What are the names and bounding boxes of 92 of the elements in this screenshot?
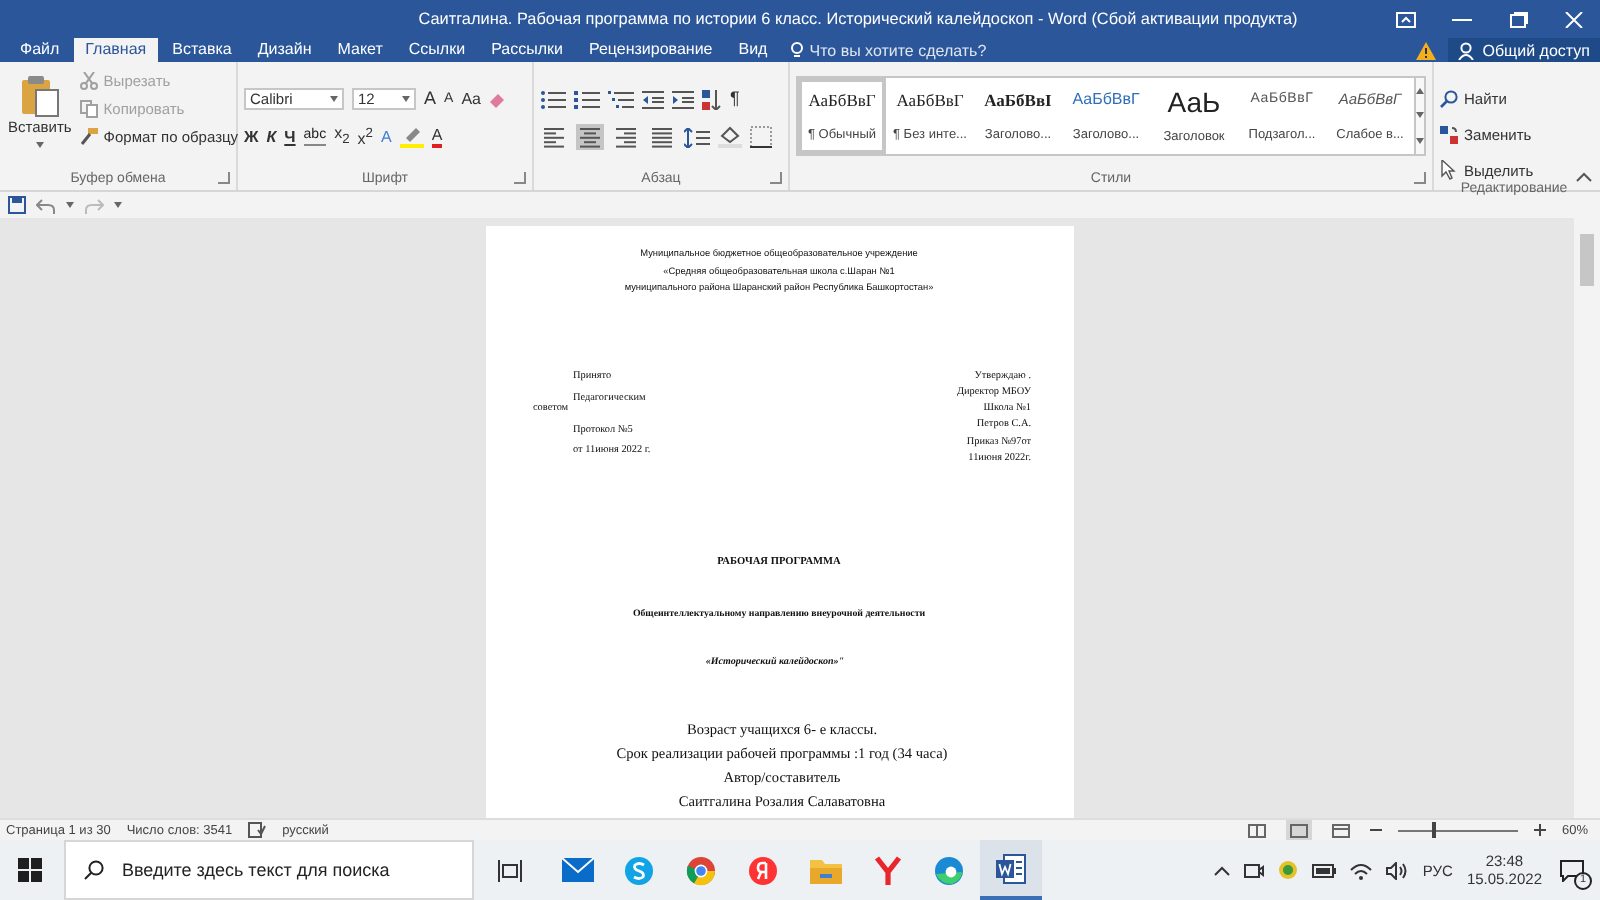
close-icon[interactable] bbox=[1564, 11, 1584, 27]
ribbon-tab[interactable]: Вставка bbox=[160, 38, 244, 62]
ribbon-tab[interactable]: Рассылки bbox=[479, 38, 575, 62]
task-view-icon[interactable] bbox=[498, 859, 522, 881]
zoom-in-icon[interactable] bbox=[1533, 824, 1546, 836]
multilevel-list-icon[interactable] bbox=[608, 89, 634, 109]
show-formatting-button[interactable]: ¶ bbox=[730, 88, 740, 110]
pointer-icon bbox=[1440, 160, 1458, 180]
align-left-button[interactable] bbox=[540, 124, 568, 150]
battery-icon[interactable] bbox=[1312, 863, 1337, 877]
expand-gallery-icon[interactable] bbox=[1416, 138, 1424, 145]
gallery-scrollbar[interactable] bbox=[1416, 76, 1426, 156]
line-spacing-icon[interactable] bbox=[684, 127, 710, 147]
ribbon-tab[interactable]: Файл bbox=[8, 38, 72, 62]
format-button[interactable]: К bbox=[266, 126, 277, 148]
warning-icon[interactable] bbox=[1416, 41, 1437, 59]
ribbon-tab[interactable]: Дизайн bbox=[245, 38, 324, 62]
clipboard-icon bbox=[19, 74, 60, 118]
borders-icon[interactable] bbox=[750, 126, 772, 148]
camera-icon[interactable] bbox=[1244, 861, 1265, 879]
dialog-launcher-icon[interactable] bbox=[514, 172, 526, 184]
ribbon-tab[interactable]: Вид bbox=[726, 38, 780, 62]
format-button[interactable]: Ж bbox=[244, 126, 259, 148]
increase-indent-icon[interactable] bbox=[672, 89, 694, 109]
scroll-up-icon[interactable] bbox=[1416, 87, 1424, 94]
tell-me-field[interactable]: Что вы хотите сделать? bbox=[809, 41, 1030, 59]
windows-logo-icon[interactable] bbox=[18, 858, 42, 882]
font-color-button[interactable]: A bbox=[431, 126, 443, 148]
search-icon bbox=[84, 860, 104, 880]
ribbon-tab[interactable]: Главная bbox=[73, 38, 159, 62]
caret-icon[interactable] bbox=[402, 96, 410, 102]
window-title: Саитгалина. Рабочая программа по истории 6 класс. Исторический калейдоскоп - Word (Сбой активации продукта) bbox=[416, 10, 1300, 28]
scroll-down-icon[interactable] bbox=[1416, 112, 1424, 119]
circle-logo-icon bbox=[748, 855, 778, 885]
scissors-icon bbox=[79, 72, 98, 90]
change-case-button[interactable]: Aa bbox=[461, 88, 481, 110]
caret-icon bbox=[35, 142, 44, 148]
print-view-button[interactable] bbox=[1285, 820, 1312, 840]
eraser-icon[interactable] bbox=[488, 89, 509, 109]
undo-icon[interactable] bbox=[36, 197, 56, 213]
numbering-icon[interactable] bbox=[574, 89, 600, 109]
document-app-icon bbox=[996, 853, 1026, 883]
search-icon bbox=[1440, 89, 1458, 107]
format-button[interactable]: Ч bbox=[284, 126, 296, 148]
share-button[interactable]: Общий доступ bbox=[1448, 38, 1600, 62]
caret-icon[interactable] bbox=[66, 202, 74, 208]
align-right-button[interactable] bbox=[612, 124, 640, 150]
ribbon-tab[interactable]: Рецензирование bbox=[576, 38, 725, 62]
text-effects-button[interactable]: A bbox=[380, 126, 392, 148]
proofing-icon[interactable] bbox=[248, 822, 267, 838]
dialog-launcher-icon[interactable] bbox=[218, 172, 230, 184]
zoom-slider[interactable] bbox=[1397, 822, 1518, 838]
paintbrush-icon bbox=[79, 128, 98, 146]
caret-icon[interactable] bbox=[330, 96, 338, 102]
dialog-launcher-icon[interactable] bbox=[770, 172, 782, 184]
envelope-icon bbox=[561, 858, 593, 882]
lightbulb-icon bbox=[789, 42, 804, 58]
vertical-scrollbar[interactable] bbox=[1574, 218, 1600, 818]
chevron-up-icon[interactable] bbox=[1214, 865, 1231, 875]
chat-app-logo-icon bbox=[624, 855, 654, 885]
decrease-indent-icon[interactable] bbox=[642, 89, 664, 109]
dialog-launcher-icon[interactable] bbox=[1414, 172, 1426, 184]
folder-icon bbox=[809, 857, 841, 883]
web-view-button[interactable] bbox=[1327, 820, 1354, 840]
maximize-icon[interactable] bbox=[1508, 11, 1528, 27]
read-view-button[interactable] bbox=[1243, 820, 1270, 840]
speaker-icon[interactable] bbox=[1386, 861, 1409, 879]
replace-icon bbox=[1440, 125, 1458, 143]
taskbar-search-field[interactable]: Введите здесь текст для поиска bbox=[64, 840, 474, 900]
collapse-ribbon-icon[interactable] bbox=[1576, 172, 1592, 182]
fork-logo-icon bbox=[873, 855, 901, 885]
browser-circle-icon bbox=[686, 855, 716, 885]
swirl-logo-icon bbox=[934, 855, 964, 885]
wifi-icon[interactable] bbox=[1350, 861, 1373, 879]
shading-icon[interactable] bbox=[718, 126, 742, 148]
save-icon[interactable] bbox=[8, 196, 26, 214]
grow-font-button[interactable]: A bbox=[424, 88, 437, 110]
ribbon-tab[interactable]: Макет bbox=[325, 38, 395, 62]
sort-icon[interactable] bbox=[702, 89, 722, 109]
taskbar-app-button[interactable] bbox=[980, 840, 1042, 900]
ribbon-display-icon[interactable] bbox=[1396, 11, 1416, 27]
align-center-button[interactable] bbox=[576, 124, 604, 150]
format-button[interactable]: x$_{2}$ bbox=[334, 122, 350, 152]
zoom-out-icon[interactable] bbox=[1369, 824, 1382, 836]
ribbon-tab[interactable]: Ссылки bbox=[396, 38, 478, 62]
highlighter-icon[interactable] bbox=[399, 126, 424, 148]
align-justify-button[interactable] bbox=[648, 124, 676, 150]
ring-icon[interactable] bbox=[1278, 860, 1299, 880]
format-button[interactable]: x$^{2}$ bbox=[357, 123, 373, 151]
copy-icon bbox=[79, 100, 98, 118]
bullets-icon[interactable] bbox=[540, 89, 566, 109]
caret-icon[interactable] bbox=[114, 202, 122, 208]
